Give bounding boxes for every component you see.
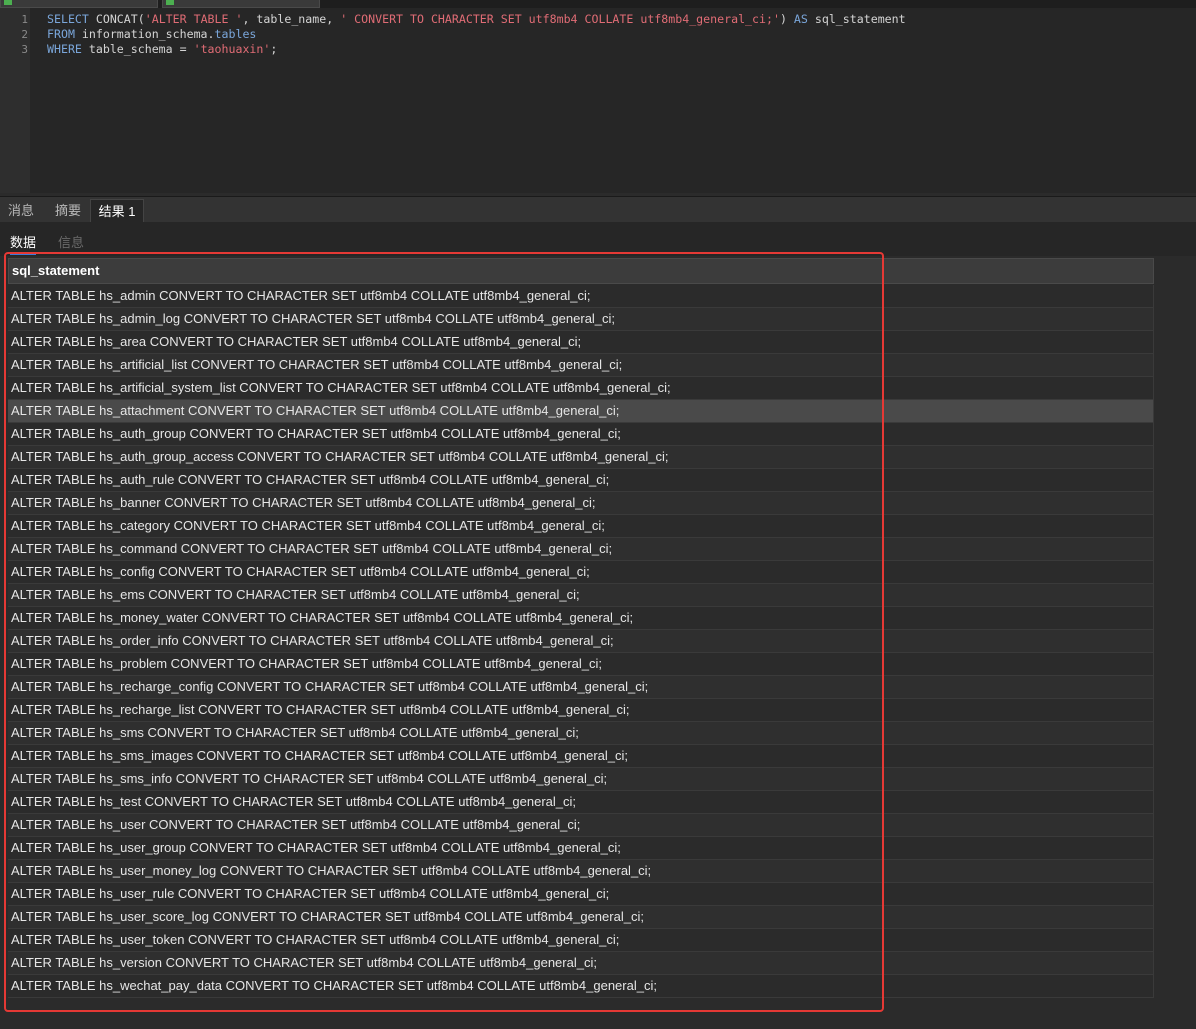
keyword: SELECT	[47, 12, 89, 26]
table-row[interactable]: ALTER TABLE hs_command CONVERT TO CHARAC…	[8, 538, 1154, 561]
code-text: CONCAT(	[88, 12, 145, 26]
tab-summary[interactable]: 摘要	[46, 199, 90, 223]
result-tabs: 消息 摘要 结果 1	[0, 196, 1196, 224]
code-text: )	[779, 12, 794, 26]
code-text: , table_name,	[242, 12, 341, 26]
code-line-1[interactable]: SELECT CONCAT('ALTER TABLE ', table_name…	[47, 12, 906, 26]
table-row[interactable]: ALTER TABLE hs_user_group CONVERT TO CHA…	[8, 837, 1154, 860]
table-row[interactable]: ALTER TABLE hs_user_score_log CONVERT TO…	[8, 906, 1154, 929]
keyword: AS	[793, 12, 808, 26]
table-row[interactable]: ALTER TABLE hs_user_token CONVERT TO CHA…	[8, 929, 1154, 952]
string-literal: 'taohuaxin'	[193, 42, 271, 56]
table-row[interactable]: ALTER TABLE hs_user_money_log CONVERT TO…	[8, 860, 1154, 883]
query-tab-2[interactable]	[162, 0, 320, 8]
result-subtabs: 数据 信息	[0, 222, 1196, 256]
result-grid[interactable]: sql_statement ALTER TABLE hs_admin CONVE…	[8, 258, 1154, 998]
line-number: 3	[21, 43, 28, 56]
table-row[interactable]: ALTER TABLE hs_category CONVERT TO CHARA…	[8, 515, 1154, 538]
table-row[interactable]: ALTER TABLE hs_auth_group CONVERT TO CHA…	[8, 423, 1154, 446]
table-row[interactable]: ALTER TABLE hs_ems CONVERT TO CHARACTER …	[8, 584, 1154, 607]
table-row[interactable]: ALTER TABLE hs_version CONVERT TO CHARAC…	[8, 952, 1154, 975]
table-row[interactable]: ALTER TABLE hs_test CONVERT TO CHARACTER…	[8, 791, 1154, 814]
table-row[interactable]: ALTER TABLE hs_money_water CONVERT TO CH…	[8, 607, 1154, 630]
keyword: WHERE	[47, 42, 82, 56]
string-literal: 'ALTER TABLE '	[144, 12, 243, 26]
query-icon	[4, 0, 12, 5]
table-row[interactable]: ALTER TABLE hs_artificial_list CONVERT T…	[8, 354, 1154, 377]
line-number: 1	[21, 13, 28, 26]
tab-result-1[interactable]: 结果 1	[90, 199, 144, 224]
table-row[interactable]: ALTER TABLE hs_attachment CONVERT TO CHA…	[8, 400, 1154, 423]
query-tab-1[interactable]	[0, 0, 158, 8]
tab-messages[interactable]: 消息	[0, 199, 42, 223]
subtab-info[interactable]: 信息	[58, 232, 84, 251]
table-row[interactable]: ALTER TABLE hs_sms_info CONVERT TO CHARA…	[8, 768, 1154, 791]
table-row[interactable]: ALTER TABLE hs_artificial_system_list CO…	[8, 377, 1154, 400]
table-row[interactable]: ALTER TABLE hs_recharge_list CONVERT TO …	[8, 699, 1154, 722]
table-row[interactable]: ALTER TABLE hs_area CONVERT TO CHARACTER…	[8, 331, 1154, 354]
code-line-2[interactable]: FROM information_schema.tables	[47, 27, 256, 41]
table-identifier: tables	[214, 27, 257, 41]
table-row[interactable]: ALTER TABLE hs_user CONVERT TO CHARACTER…	[8, 814, 1154, 837]
code-text: information_schema.	[74, 27, 215, 41]
code-text: ;	[270, 42, 278, 56]
keyword: FROM	[47, 27, 75, 41]
line-number: 2	[21, 28, 28, 41]
table-row[interactable]: ALTER TABLE hs_user_rule CONVERT TO CHAR…	[8, 883, 1154, 906]
code-text: sql_statement	[807, 12, 906, 26]
line-gutter: 1 2 3	[0, 8, 30, 193]
toolbar	[0, 0, 1196, 8]
string-literal: ' CONVERT TO CHARACTER SET utf8mb4 COLLA…	[340, 12, 780, 26]
table-row[interactable]: ALTER TABLE hs_problem CONVERT TO CHARAC…	[8, 653, 1154, 676]
table-row[interactable]: ALTER TABLE hs_admin_log CONVERT TO CHAR…	[8, 308, 1154, 331]
sql-editor[interactable]: 1 2 3 SELECT CONCAT('ALTER TABLE ', tabl…	[0, 8, 1196, 193]
code-text: table_schema =	[81, 42, 194, 56]
grid-rows: ALTER TABLE hs_admin CONVERT TO CHARACTE…	[8, 285, 1154, 998]
table-row[interactable]: ALTER TABLE hs_sms CONVERT TO CHARACTER …	[8, 722, 1154, 745]
table-row[interactable]: ALTER TABLE hs_auth_rule CONVERT TO CHAR…	[8, 469, 1154, 492]
table-row[interactable]: ALTER TABLE hs_auth_group_access CONVERT…	[8, 446, 1154, 469]
table-row[interactable]: ALTER TABLE hs_wechat_pay_data CONVERT T…	[8, 975, 1154, 998]
table-row[interactable]: ALTER TABLE hs_recharge_config CONVERT T…	[8, 676, 1154, 699]
code-line-3[interactable]: WHERE table_schema = 'taohuaxin';	[47, 42, 277, 56]
table-row[interactable]: ALTER TABLE hs_config CONVERT TO CHARACT…	[8, 561, 1154, 584]
table-row[interactable]: ALTER TABLE hs_sms_images CONVERT TO CHA…	[8, 745, 1154, 768]
table-row[interactable]: ALTER TABLE hs_order_info CONVERT TO CHA…	[8, 630, 1154, 653]
table-row[interactable]: ALTER TABLE hs_admin CONVERT TO CHARACTE…	[8, 285, 1154, 308]
query-icon	[166, 0, 174, 5]
column-header-sql-statement[interactable]: sql_statement	[8, 258, 1154, 284]
table-row[interactable]: ALTER TABLE hs_banner CONVERT TO CHARACT…	[8, 492, 1154, 515]
subtab-data[interactable]: 数据	[10, 232, 37, 255]
